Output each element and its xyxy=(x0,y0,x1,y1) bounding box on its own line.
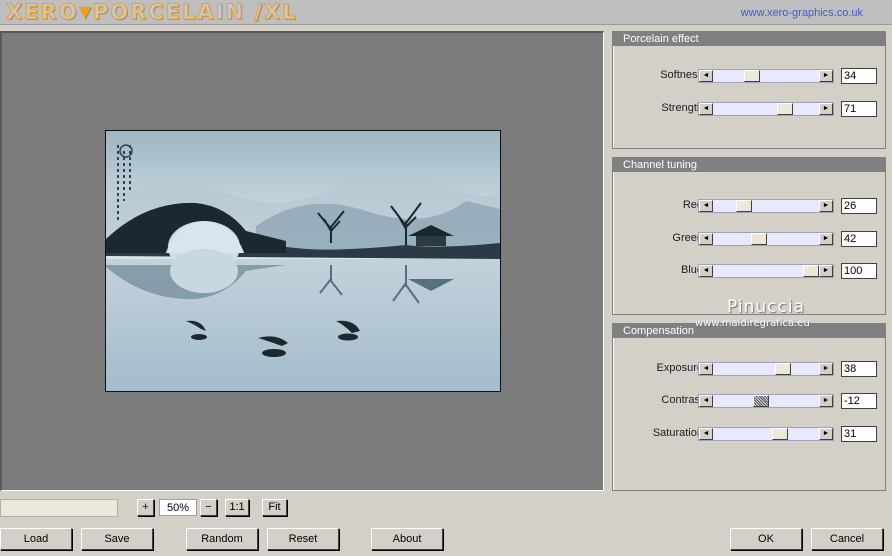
saturation-label: Saturation xyxy=(652,427,703,439)
softness-slider[interactable]: ◄ ► xyxy=(698,69,834,83)
panel-title: Channel tuning xyxy=(613,158,885,172)
channel-tuning-panel: Channel tuning Red ◄ ► 26 Green ◄ ► 42 B… xyxy=(612,157,886,315)
contrast-slider[interactable]: ◄ ► xyxy=(698,394,834,408)
green-value-field[interactable]: 42 xyxy=(841,231,877,247)
blue-slider[interactable]: ◄ ► xyxy=(698,264,834,278)
slider-right-arrow-icon[interactable]: ► xyxy=(819,265,833,277)
saturation-value-field[interactable]: 31 xyxy=(841,426,877,442)
slider-thumb[interactable] xyxy=(751,233,767,245)
save-button[interactable]: Save xyxy=(81,528,153,550)
reset-button[interactable]: Reset xyxy=(267,528,339,550)
website-link[interactable]: www.xero-graphics.co.uk xyxy=(741,7,863,19)
slider-thumb[interactable] xyxy=(777,103,793,115)
strength-value-field[interactable]: 71 xyxy=(841,101,877,117)
slider-right-arrow-icon[interactable]: ► xyxy=(819,70,833,82)
slider-left-arrow-icon[interactable]: ◄ xyxy=(699,363,713,375)
red-slider[interactable]: ◄ ► xyxy=(698,199,834,213)
zoom-actual-size-button[interactable]: 1:1 xyxy=(225,499,249,516)
slider-left-arrow-icon[interactable]: ◄ xyxy=(699,233,713,245)
strength-slider[interactable]: ◄ ► xyxy=(698,102,834,116)
slider-right-arrow-icon[interactable]: ► xyxy=(819,395,833,407)
landscape-illustration xyxy=(106,131,500,391)
load-button[interactable]: Load xyxy=(0,528,72,550)
ok-button[interactable]: OK xyxy=(730,528,802,550)
preview-image xyxy=(105,130,501,392)
progress-bar xyxy=(0,499,118,517)
softness-row: Softness ◄ ► 34 xyxy=(613,68,885,84)
exposure-value-field[interactable]: 38 xyxy=(841,361,877,377)
title-bar: XERO▼PORCELAIN /XL www.xero-graphics.co.… xyxy=(0,0,892,25)
cancel-button[interactable]: Cancel xyxy=(811,528,883,550)
strength-row: Strength ◄ ► 71 xyxy=(613,101,885,117)
slider-right-arrow-icon[interactable]: ► xyxy=(819,103,833,115)
panel-title: Compensation xyxy=(613,324,885,338)
slider-right-arrow-icon[interactable]: ► xyxy=(819,363,833,375)
slider-right-arrow-icon[interactable]: ► xyxy=(819,233,833,245)
slider-thumb[interactable] xyxy=(736,200,752,212)
slider-left-arrow-icon[interactable]: ◄ xyxy=(699,395,713,407)
green-row: Green ◄ ► 42 xyxy=(613,231,885,247)
exposure-slider[interactable]: ◄ ► xyxy=(698,362,834,376)
slider-left-arrow-icon[interactable]: ◄ xyxy=(699,103,713,115)
strength-label: Strength xyxy=(661,102,703,114)
softness-label: Softness xyxy=(660,69,703,81)
contrast-label: Contrast xyxy=(661,394,703,406)
blue-row: Blue ◄ ► 100 xyxy=(613,263,885,279)
slider-thumb[interactable] xyxy=(803,265,819,277)
slider-left-arrow-icon[interactable]: ◄ xyxy=(699,265,713,277)
zoom-in-button[interactable]: + xyxy=(137,499,154,516)
contrast-value-field[interactable]: -12 xyxy=(841,393,877,409)
slider-thumb[interactable] xyxy=(772,428,788,440)
exposure-label: Exposure xyxy=(656,362,703,374)
green-slider[interactable]: ◄ ► xyxy=(698,232,834,246)
slider-right-arrow-icon[interactable]: ► xyxy=(819,200,833,212)
saturation-row: Saturation ◄ ► 31 xyxy=(613,426,885,442)
slider-thumb[interactable] xyxy=(775,363,791,375)
zoom-fit-button[interactable]: Fit xyxy=(262,499,287,516)
exposure-row: Exposure ◄ ► 38 xyxy=(613,361,885,377)
slider-thumb[interactable] xyxy=(753,395,769,407)
app-logo: XERO▼PORCELAIN /XL xyxy=(6,0,298,24)
slider-thumb[interactable] xyxy=(744,70,760,82)
blue-value-field[interactable]: 100 xyxy=(841,263,877,279)
red-value-field[interactable]: 26 xyxy=(841,198,877,214)
about-button[interactable]: About xyxy=(371,528,443,550)
panel-title: Porcelain effect xyxy=(613,32,885,46)
softness-value-field[interactable]: 34 xyxy=(841,68,877,84)
zoom-level: 50% xyxy=(159,499,197,516)
slider-left-arrow-icon[interactable]: ◄ xyxy=(699,428,713,440)
random-button[interactable]: Random xyxy=(186,528,258,550)
zoom-out-button[interactable]: − xyxy=(200,499,217,516)
slider-left-arrow-icon[interactable]: ◄ xyxy=(699,200,713,212)
slider-left-arrow-icon[interactable]: ◄ xyxy=(699,70,713,82)
compensation-panel: Compensation Exposure ◄ ► 38 Contrast ◄ … xyxy=(612,323,886,491)
red-row: Red ◄ ► 26 xyxy=(613,198,885,214)
slider-right-arrow-icon[interactable]: ► xyxy=(819,428,833,440)
contrast-row: Contrast ◄ ► -12 xyxy=(613,393,885,409)
preview-area[interactable] xyxy=(0,31,604,491)
saturation-slider[interactable]: ◄ ► xyxy=(698,427,834,441)
porcelain-effect-panel: Porcelain effect Softness ◄ ► 34 Strengt… xyxy=(612,31,886,149)
